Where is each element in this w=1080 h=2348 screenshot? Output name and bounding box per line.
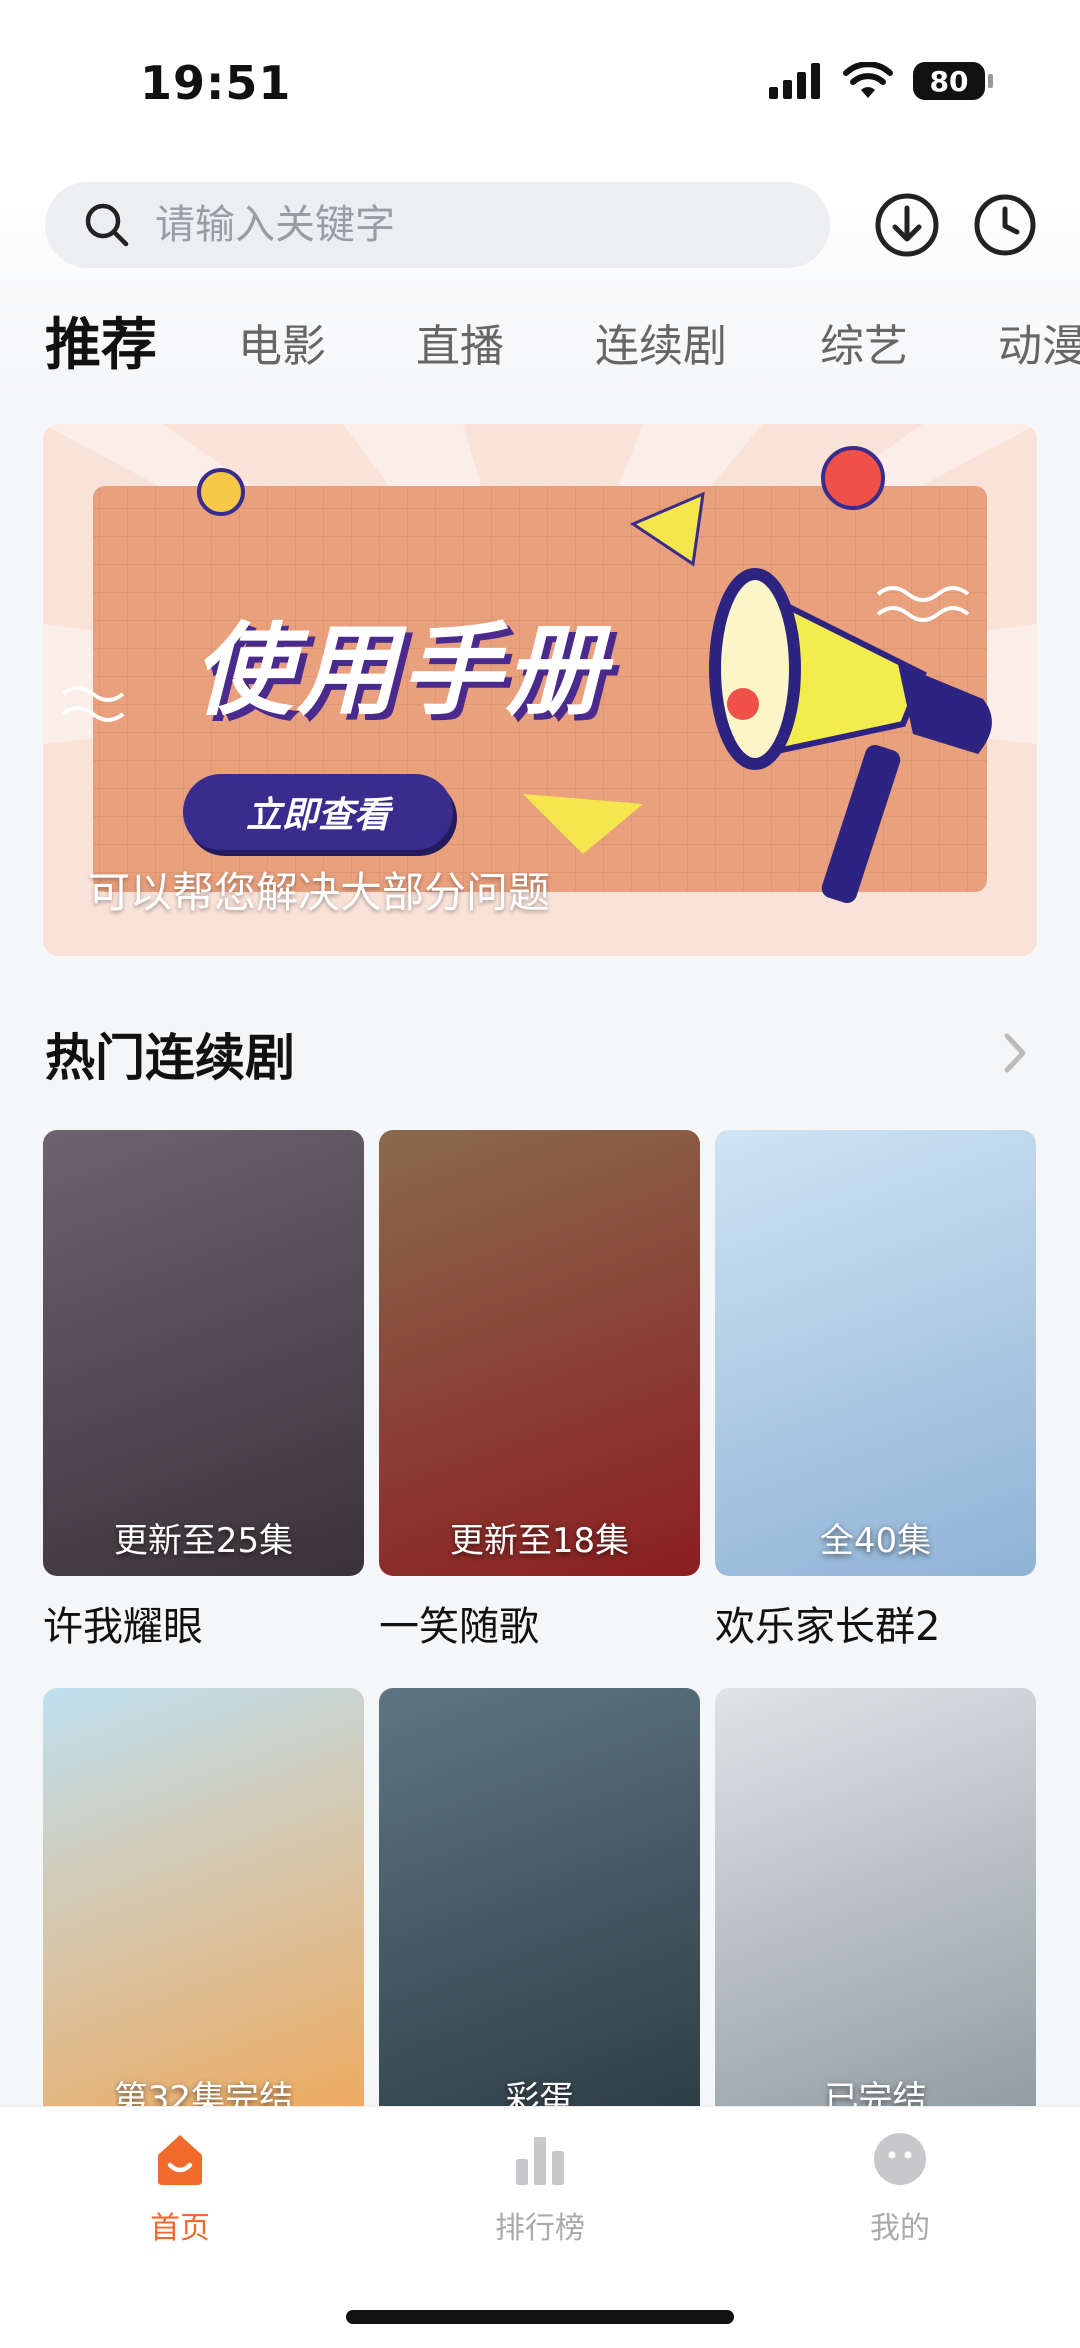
download-icon[interactable] <box>872 190 942 260</box>
drama-card[interactable]: 已完结 <box>715 1688 1036 2134</box>
wifi-icon <box>843 62 893 98</box>
promo-banner[interactable]: 使用手册 立即查看 可以帮您解决大部分问题 <box>43 424 1037 956</box>
profile-icon <box>874 2133 926 2185</box>
history-icon[interactable] <box>970 190 1040 260</box>
nav-label: 排行榜 <box>495 2211 585 2246</box>
episode-badge: 更新至25集 <box>113 1521 294 1561</box>
tab-movies[interactable]: 电影 <box>238 310 326 374</box>
banner-caption: 可以帮您解决大部分问题 <box>88 868 551 917</box>
episode-badge: 更新至18集 <box>449 1521 630 1561</box>
status-icons: 80 <box>769 62 993 100</box>
drama-poster[interactable]: 全40集 <box>715 1130 1036 1576</box>
tab-live[interactable]: 直播 <box>416 310 504 374</box>
episode-badge: 全40集 <box>819 1521 932 1561</box>
status-bar: 19:51 80 <box>0 0 1080 170</box>
drama-poster[interactable]: 已完结 <box>715 1688 1036 2134</box>
tab-series[interactable]: 连续剧 <box>595 310 727 374</box>
ranking-icon <box>516 2137 564 2185</box>
section-title: 热门连续剧 <box>45 1029 295 1087</box>
nav-label: 首页 <box>150 2211 210 2246</box>
drama-card[interactable]: 全40集 欢乐家长群2 <box>715 1130 1036 1652</box>
drama-poster[interactable]: 彩蛋 <box>379 1688 700 2134</box>
drama-title[interactable]: 欢乐家长群2 <box>715 1594 1036 1652</box>
nav-label: 我的 <box>870 2211 930 2246</box>
drama-card[interactable]: 第32集完结 <box>43 1688 364 2134</box>
chevron-right-icon[interactable] <box>995 1028 1035 1078</box>
drama-card[interactable]: 彩蛋 <box>379 1688 700 2134</box>
drama-title[interactable]: 许我耀眼 <box>43 1594 364 1652</box>
battery-indicator: 80 <box>913 62 993 100</box>
nav-home[interactable]: 首页 <box>80 2129 280 2247</box>
hot-series-header: 热门连续剧 <box>45 1018 1035 1088</box>
nav-ranking[interactable]: 排行榜 <box>440 2129 640 2247</box>
search-icon <box>85 203 129 247</box>
home-indicator <box>346 2310 734 2324</box>
nav-profile[interactable]: 我的 <box>800 2129 1000 2247</box>
search-input[interactable] <box>153 201 753 249</box>
tab-variety[interactable]: 综艺 <box>820 310 908 374</box>
status-time: 19:51 <box>140 56 292 110</box>
tab-recommend[interactable]: 推荐 <box>45 300 157 381</box>
drama-poster[interactable]: 第32集完结 <box>43 1688 364 2134</box>
banner-title: 使用手册 <box>193 612 609 729</box>
drama-title[interactable]: 一笑随歌 <box>379 1594 700 1652</box>
drama-card[interactable]: 更新至18集 一笑随歌 <box>379 1130 700 1652</box>
banner-view-button[interactable]: 立即查看 <box>183 774 453 850</box>
signal-icon <box>769 63 820 99</box>
drama-card[interactable]: 更新至25集 许我耀眼 <box>43 1130 364 1652</box>
category-tabs: 推荐 电影 直播 连续剧 综艺 动漫 <box>0 300 1080 390</box>
tab-anime[interactable]: 动漫 <box>998 310 1080 374</box>
drama-poster[interactable]: 更新至25集 <box>43 1130 364 1576</box>
drama-poster[interactable]: 更新至18集 <box>379 1130 700 1576</box>
home-icon <box>158 2135 202 2185</box>
search-bar[interactable] <box>45 182 830 268</box>
